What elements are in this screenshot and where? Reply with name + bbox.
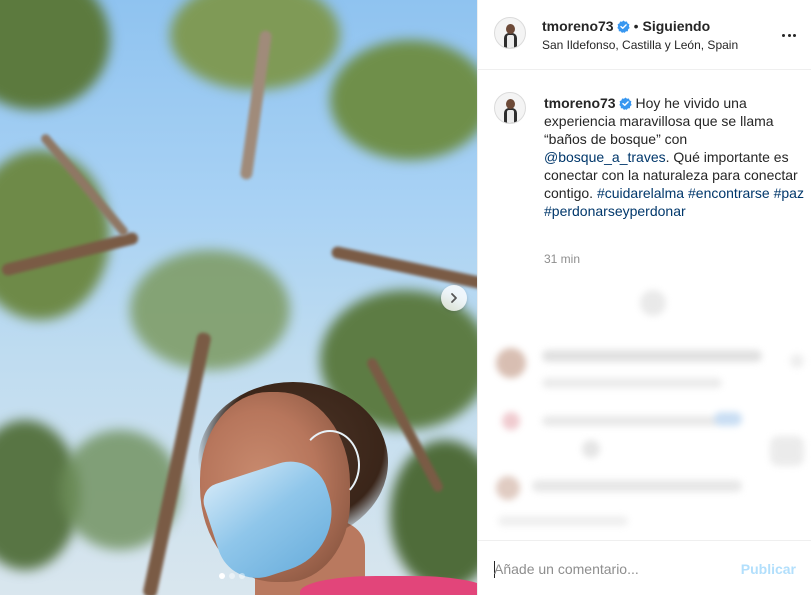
carousel-dot: [239, 573, 245, 579]
add-comment-bar: Publicar: [478, 540, 811, 595]
hashtag-link[interactable]: #perdonarseyperdonar: [544, 203, 686, 219]
tree-trunk: [330, 245, 477, 291]
carousel-dot-active: [219, 573, 225, 579]
post-photo[interactable]: [0, 0, 477, 595]
username-link[interactable]: tmoreno73: [542, 18, 614, 34]
avatar[interactable]: [494, 92, 526, 124]
caption-username-link[interactable]: tmoreno73: [544, 95, 616, 111]
avatar[interactable]: [494, 17, 526, 49]
bookmark-icon: [770, 436, 804, 466]
heart-icon: [790, 354, 804, 368]
loading-spinner-icon: [640, 290, 666, 316]
avatar: [496, 476, 520, 500]
comment-input[interactable]: [494, 559, 724, 579]
hashtag-link[interactable]: #cuidarelalma: [597, 185, 684, 201]
comment-placeholder: [714, 412, 742, 426]
carousel-indicator: [219, 573, 245, 579]
post-header: tmoreno73 • Siguiendo San Ildefonso, Cast…: [478, 0, 811, 70]
location-link[interactable]: San Ildefonso, Castilla y León, Spain: [542, 38, 738, 52]
face-mask-strap: [300, 430, 360, 500]
chevron-right-icon: [451, 293, 457, 303]
separator-dot: •: [633, 18, 639, 34]
post-timestamp[interactable]: 31 min: [544, 252, 580, 266]
comment-placeholder: [542, 416, 722, 426]
verified-badge-icon: [616, 20, 630, 33]
tree-foliage: [130, 250, 290, 370]
tree-foliage: [0, 150, 110, 320]
caption-text: tmoreno73 Hoy he vivido una experiencia …: [544, 94, 806, 220]
carousel-next-button[interactable]: [441, 285, 467, 311]
heart-icon: [502, 412, 520, 430]
post-side-panel: tmoreno73 • Siguiendo San Ildefonso, Cast…: [477, 0, 811, 595]
tree-foliage: [0, 0, 110, 110]
comment-icon: [582, 440, 600, 458]
verified-badge-icon: [618, 97, 632, 110]
publish-button[interactable]: Publicar: [741, 561, 796, 577]
more-options-icon[interactable]: [780, 26, 798, 44]
carousel-dot: [229, 573, 235, 579]
comment-placeholder: [498, 516, 628, 526]
comments-loading-area: [478, 280, 811, 535]
hashtag-link[interactable]: #encontrarse: [688, 185, 770, 201]
comment-placeholder: [542, 350, 762, 362]
avatar: [496, 348, 526, 378]
tree-foliage: [330, 40, 477, 160]
header-user-line: tmoreno73 • Siguiendo: [542, 18, 710, 34]
comment-placeholder: [532, 480, 742, 492]
comment-placeholder: [542, 378, 722, 388]
person-shirt: [300, 576, 477, 595]
hashtag-link[interactable]: #paz: [774, 185, 804, 201]
mention-link[interactable]: @bosque_a_traves: [544, 149, 666, 165]
tree-foliage: [390, 440, 477, 590]
following-button[interactable]: Siguiendo: [642, 18, 710, 34]
